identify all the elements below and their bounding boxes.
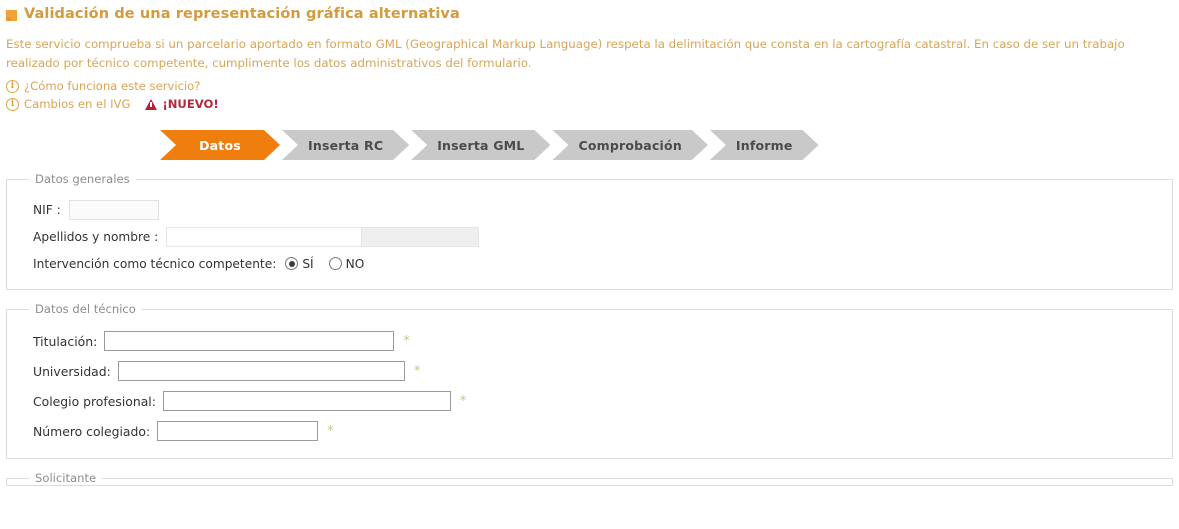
universidad-label: Universidad: [33, 363, 111, 379]
warning-triangle-icon [145, 99, 158, 110]
radio-si-label[interactable]: SÍ [302, 257, 313, 271]
nombre-input[interactable] [361, 226, 480, 247]
step-datos[interactable]: Datos [160, 130, 280, 160]
step-label: Inserta GML [437, 137, 525, 153]
required-marker: * [459, 393, 467, 409]
numero-colegiado-row: Número colegiado: * [33, 416, 1172, 446]
datos-generales-fieldset: Datos generales NIF : Apellidos y nombre… [6, 172, 1173, 290]
datos-tecnico-body: Titulación: * Universidad: * Colegio pro… [7, 316, 1172, 446]
step-label: Datos [199, 137, 241, 153]
intervencion-radio-group: SÍ NO [285, 257, 375, 271]
datos-generales-body: NIF : Apellidos y nombre : Intervención … [7, 186, 1172, 277]
step-comprobacion[interactable]: Comprobación [552, 130, 707, 160]
radio-no[interactable] [328, 257, 342, 270]
info-circle-icon: i [6, 80, 19, 93]
step-label: Inserta RC [308, 137, 384, 153]
step-label: Informe [735, 137, 793, 153]
how-it-works-link[interactable]: ¿Cómo funciona este servicio? [24, 79, 200, 94]
page-header: Validación de una representación gráfica… [0, 0, 1179, 22]
ivg-changes-link[interactable]: Cambios en el IVG [24, 97, 130, 112]
solicitante-legend: Solicitante [35, 471, 97, 485]
colegio-profesional-row: Colegio profesional: * [33, 386, 1172, 416]
solicitante-fieldset: Solicitante [6, 471, 1173, 486]
step-label: Comprobación [578, 137, 682, 153]
datos-tecnico-fieldset: Datos del técnico Titulación: * Universi… [6, 302, 1173, 459]
apellidos-label: Apellidos y nombre : [33, 229, 159, 244]
how-it-works-row: i ¿Cómo funciona este servicio? [0, 73, 1179, 94]
ivg-changes-row: i Cambios en el IVG ¡NUEVO! [0, 94, 1179, 112]
numero-colegiado-label: Número colegiado: [33, 423, 151, 439]
info-circle-icon: i [6, 98, 19, 111]
intervencion-row: Intervención como técnico competente: SÍ… [33, 250, 1172, 277]
colegio-profesional-label: Colegio profesional: [33, 393, 156, 409]
radio-no-label[interactable]: NO [346, 257, 365, 271]
orange-square-icon [6, 9, 17, 21]
intervencion-label: Intervención como técnico competente: [33, 256, 277, 271]
radio-si[interactable] [285, 257, 299, 270]
apellidos-row: Apellidos y nombre : [33, 223, 1172, 250]
numero-colegiado-input[interactable] [157, 421, 319, 441]
wizard-steps: Datos Inserta RC Inserta GML Comprobació… [160, 130, 1179, 160]
nif-row: NIF : [33, 196, 1172, 223]
step-inserta-gml[interactable]: Inserta GML [411, 130, 550, 160]
datos-tecnico-legend: Datos del técnico [35, 302, 136, 316]
step-inserta-rc[interactable]: Inserta RC [282, 130, 409, 160]
universidad-row: Universidad: * [33, 356, 1172, 386]
nif-input[interactable] [68, 199, 159, 220]
page-title: Validación de una representación gráfica… [24, 6, 460, 22]
titulacion-label: Titulación: [33, 333, 98, 349]
intro-paragraph: Este servicio comprueba si un parcelario… [6, 37, 1125, 70]
titulacion-row: Titulación: * [33, 326, 1172, 356]
universidad-input[interactable] [117, 361, 405, 381]
step-informe[interactable]: Informe [710, 130, 819, 160]
titulacion-input[interactable] [104, 331, 395, 351]
nif-label: NIF : [33, 202, 61, 217]
colegio-profesional-input[interactable] [162, 391, 451, 411]
apellidos-input[interactable] [166, 226, 363, 247]
required-marker: * [413, 363, 421, 379]
required-marker: * [403, 333, 410, 349]
datos-generales-legend: Datos generales [35, 172, 130, 186]
required-marker: * [327, 423, 334, 439]
new-badge: ¡NUEVO! [162, 97, 219, 111]
